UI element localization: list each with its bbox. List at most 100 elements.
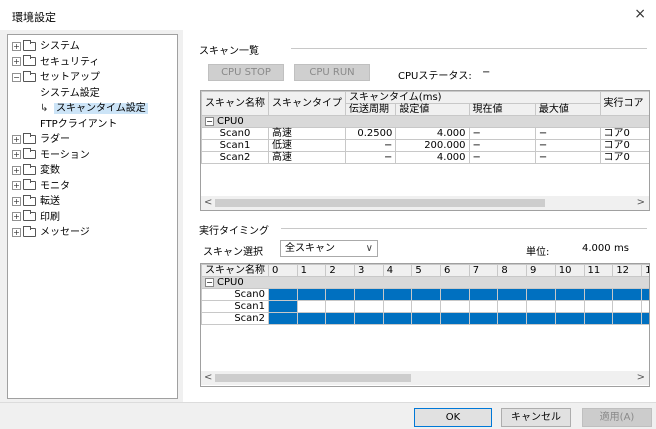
tree-item[interactable]: + モニタ (12, 179, 70, 194)
timing-cell (641, 300, 649, 313)
timing-divider (281, 228, 647, 229)
header-period[interactable]: 伝送周期 (344, 103, 397, 116)
expand-icon[interactable]: + (12, 196, 21, 206)
cell-max: − (534, 127, 601, 140)
scan-list-title: スキャン一覧 (199, 46, 259, 57)
table-row[interactable]: Scan0 高速 0.2500 4.000− − コア0 (201, 127, 649, 140)
tree-item[interactable]: + セキュリティ (12, 55, 99, 70)
scan-list-hscrollbar[interactable]: < > (201, 196, 649, 210)
unit-value: 4.000 (582, 243, 611, 254)
collapse-icon[interactable]: − (12, 72, 21, 82)
timing-column-header: 5 (411, 264, 442, 277)
timing-grid[interactable]: スキャン名称 012345678910111213 −CPU0Scan0Scan… (200, 263, 650, 387)
timing-scroll-left-icon[interactable]: < (204, 371, 212, 385)
apply-button[interactable]: 適用(A) (582, 408, 652, 427)
timing-group-row[interactable]: − CPU0 (201, 276, 649, 289)
cell-core[interactable]: コア0 (599, 139, 649, 152)
group-label: CPU0 (217, 116, 244, 127)
header-scan-type[interactable]: スキャンタイプ (268, 91, 346, 116)
scroll-right-icon[interactable]: > (637, 196, 645, 210)
timing-cell-active (583, 312, 614, 325)
expand-icon[interactable]: + (12, 134, 21, 144)
timing-cell-active (268, 300, 298, 313)
expand-icon[interactable]: + (12, 57, 21, 66)
timing-scroll-right-icon[interactable]: > (637, 371, 645, 385)
cell-setting[interactable]: 200.000 (395, 139, 470, 152)
scan-list-divider (291, 48, 647, 49)
timing-column-header: 7 (468, 264, 499, 277)
header-setting[interactable]: 設定値 (395, 103, 470, 116)
header-max[interactable]: 最大値 (534, 103, 601, 116)
timing-body: − CPU0 Scan0 Scan1 Scan2 (201, 276, 649, 325)
timing-cell (296, 300, 327, 313)
header-current[interactable]: 現在値 (468, 103, 536, 116)
table-row[interactable]: Scan2 高速 −4.000− − コア0 (201, 151, 649, 164)
timing-row-name: Scan2 (201, 312, 269, 325)
tree-item[interactable]: システム設定 (40, 87, 100, 101)
tree-item[interactable]: + 転送 (12, 194, 60, 209)
cpu-run-button[interactable]: CPU RUN (294, 64, 370, 81)
timing-cell-active (468, 288, 499, 301)
cell-type[interactable]: 低速 (268, 139, 346, 152)
header-scan-name[interactable]: スキャン名称 (201, 91, 269, 116)
header-exec-core[interactable]: 実行コア (599, 91, 649, 116)
cancel-button[interactable]: キャンセル (501, 408, 571, 427)
cell-core[interactable]: コア0 (599, 127, 649, 140)
cell-name: Scan2 (201, 151, 269, 164)
scan-select-dropdown[interactable]: 全スキャン ∨ (280, 240, 378, 257)
scan-list-body: − CPU0 Scan0 高速 0.2500 4.000− − コア0 Scan1 低速 −200.… (201, 115, 649, 164)
timing-cell-active (354, 288, 384, 301)
timing-cell (526, 300, 556, 313)
tree-item[interactable]: + システム (12, 39, 80, 54)
cpu-stop-button[interactable]: CPU STOP (208, 64, 284, 81)
scroll-left-icon[interactable]: < (204, 196, 212, 210)
cell-max: − (534, 151, 601, 164)
tree-item[interactable]: + 変数 (12, 163, 60, 178)
timing-cell-active (382, 288, 413, 301)
timing-cell-active (354, 312, 384, 325)
tree-item[interactable]: + ラダー (12, 132, 70, 147)
tree-item[interactable]: + 印刷 (12, 210, 60, 225)
timing-column-header: 2 (325, 264, 356, 277)
timing-cell-active (468, 312, 499, 325)
expand-icon[interactable]: + (12, 227, 21, 237)
timing-column-header: 10 (554, 264, 585, 277)
expand-icon[interactable]: + (12, 212, 21, 221)
tree-item[interactable]: ↳ スキャンタイム設定 (40, 102, 148, 116)
close-icon[interactable]: × (634, 6, 646, 22)
timing-hscrollbar[interactable]: < > (201, 371, 649, 385)
tree-item[interactable]: − セットアップ (12, 70, 100, 85)
tree-item[interactable]: FTPクライアント (40, 118, 117, 132)
expand-icon[interactable]: + (12, 181, 21, 190)
timing-cell-active (325, 288, 356, 301)
timing-cell-active (526, 288, 556, 301)
tree-item-label: システム (40, 41, 80, 52)
expand-icon[interactable]: + (12, 41, 21, 51)
expand-icon[interactable]: + (12, 165, 21, 175)
timing-cell (325, 300, 356, 313)
tree-item-label: モニタ (40, 180, 70, 192)
timing-scroll-thumb[interactable] (215, 374, 411, 382)
scan-group-row[interactable]: − CPU0 (201, 115, 649, 128)
ok-button[interactable]: OK (414, 408, 492, 427)
folder-icon (23, 179, 36, 190)
collapse-icon[interactable]: − (205, 117, 214, 126)
cell-setting[interactable]: 4.000 (395, 151, 470, 164)
timing-cell-active (382, 312, 413, 325)
scroll-thumb[interactable] (215, 199, 545, 207)
cell-setting[interactable]: 4.000 (395, 127, 470, 140)
timing-cell-active (268, 312, 298, 325)
cell-type[interactable]: 高速 (268, 127, 346, 140)
scan-list-grid[interactable]: スキャン名称 スキャンタイプ スキャンタイム(ms) 実行コア 伝送周期 設定値… (200, 90, 650, 211)
cell-max: − (534, 139, 601, 152)
collapse-icon[interactable]: − (205, 278, 214, 287)
cell-type[interactable]: 高速 (268, 151, 346, 164)
folder-icon (23, 194, 36, 206)
cell-core[interactable]: コア0 (599, 151, 649, 164)
table-row[interactable]: Scan1 低速 −200.000− − コア0 (201, 139, 649, 152)
expand-icon[interactable]: + (12, 150, 21, 159)
folder-icon (23, 55, 36, 66)
tree-item[interactable]: + メッセージ (12, 225, 90, 240)
header-scan-time-group: スキャンタイム(ms) (345, 91, 601, 104)
tree-item[interactable]: + モーション (12, 148, 90, 163)
